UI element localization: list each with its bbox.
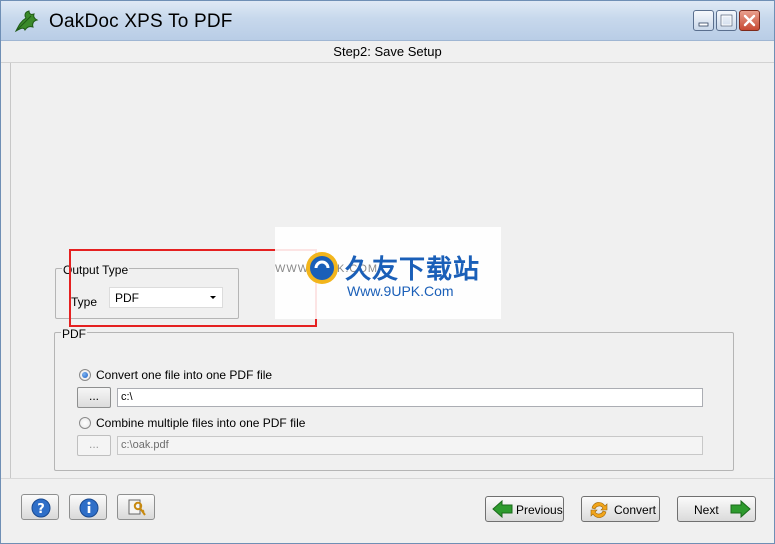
oak-leaf-icon [14,10,39,33]
convert-one-radio[interactable] [79,369,91,381]
next-label: Next [694,503,719,517]
title-bar[interactable]: OakDoc XPS To PDF [1,1,774,41]
watermark-subtitle: Www.9UPK.Com [347,283,454,299]
help-button[interactable]: ? [21,494,59,520]
maximize-button[interactable] [716,10,737,31]
convert-arrows-icon [590,502,608,518]
convert-one-label[interactable]: Convert one file into one PDF file [96,368,272,382]
left-divider [10,63,11,478]
previous-label: Previous [516,503,563,517]
info-button[interactable] [69,494,107,520]
question-icon: ? [31,498,51,518]
browse-combined-button[interactable]: ... [77,435,111,456]
pdf-group-label: PDF [61,327,87,341]
minimize-icon [698,22,709,27]
arrow-right-icon [730,500,751,518]
info-icon [79,498,99,518]
maximize-icon [720,14,733,27]
browse-output-button[interactable]: ... [77,387,111,408]
register-button[interactable] [117,494,155,520]
close-button[interactable] [739,10,760,31]
combine-multiple-label[interactable]: Combine multiple files into one PDF file [96,416,305,430]
arrow-left-icon [492,500,513,518]
window-title: OakDoc XPS To PDF [49,11,233,32]
minimize-button[interactable] [693,10,714,31]
watermark-title: 久友下载站 [345,255,481,285]
convert-button[interactable]: Convert [581,496,660,522]
close-icon [743,14,756,27]
output-path-input[interactable]: c:\ [117,388,703,407]
watermark-logo-icon [306,252,338,284]
next-button[interactable]: Next [677,496,756,522]
step-header: Step2: Save Setup [1,41,774,63]
key-icon [128,499,146,516]
combined-path-input[interactable]: c:\oak.pdf [117,436,703,455]
svg-text:?: ? [37,502,45,517]
combine-multiple-radio[interactable] [79,417,91,429]
app-window: OakDoc XPS To PDF Step2: Save Setup Outp… [0,0,775,544]
bottom-divider [1,478,774,479]
previous-button[interactable]: Previous [485,496,564,522]
convert-label: Convert [614,503,657,517]
watermark: WWW.9UPK.COM 久友下载站 Www.9UPK.Com [275,227,501,319]
